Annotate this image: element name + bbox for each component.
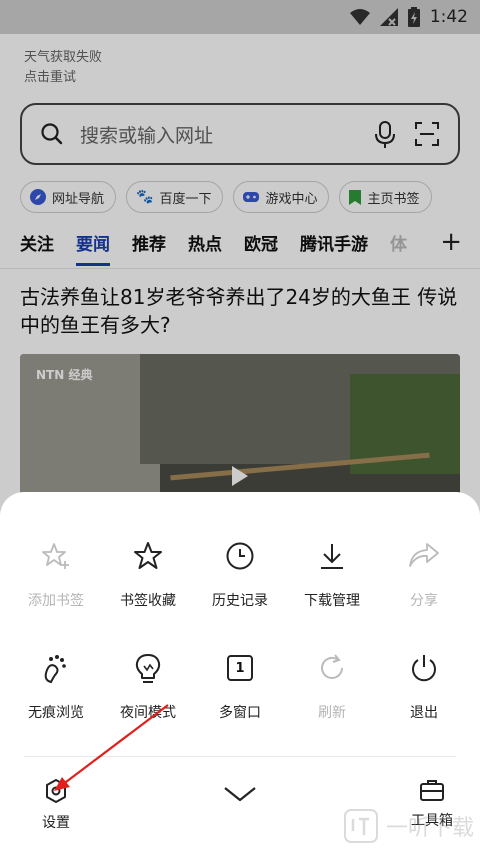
settings-button[interactable]: 设置 (24, 778, 88, 832)
menu-item-label: 书签收藏 (120, 593, 176, 609)
collapse-menu-button[interactable] (222, 784, 258, 808)
multi-window-button[interactable]: 1 多窗口 (194, 648, 286, 722)
refresh-icon (321, 654, 343, 679)
menu-row: 无痕浏览 夜间模式 1 多窗口 刷新 退出 (10, 648, 470, 722)
footprint-icon (44, 655, 66, 684)
menu-item-label: 无痕浏览 (28, 705, 84, 721)
menu-item-label: 夜间模式 (120, 705, 176, 721)
watermark: 一听下载 (343, 809, 474, 843)
browser-menu-sheet: 添加书签 书签收藏 历史记录 下载管理 分享 无痕浏览 夜间模式 1 多窗口 刷… (0, 492, 480, 853)
star-plus-icon (42, 543, 69, 569)
menu-item-label: 历史记录 (212, 593, 268, 609)
chevron-down-icon (224, 787, 256, 802)
divider (24, 756, 456, 757)
clock-icon (226, 542, 254, 570)
power-icon (412, 655, 436, 682)
window-count: 1 (235, 660, 245, 676)
history-button[interactable]: 历史记录 (194, 536, 286, 610)
menu-item-label: 下载管理 (304, 593, 360, 609)
watermark-logo-icon (343, 809, 378, 843)
incognito-button[interactable]: 无痕浏览 (10, 648, 102, 722)
settings-label: 设置 (42, 815, 70, 831)
download-icon (321, 544, 343, 569)
toolbox-icon (420, 780, 444, 801)
downloads-button[interactable]: 下载管理 (286, 536, 378, 610)
gear-icon (46, 779, 66, 803)
star-icon (134, 542, 162, 569)
bulb-icon (135, 654, 161, 683)
menu-item-label: 分享 (410, 593, 438, 609)
watermark-text: 一听下载 (385, 816, 474, 841)
refresh-button[interactable]: 刷新 (286, 648, 378, 722)
share-icon (409, 543, 439, 567)
menu-item-label: 添加书签 (28, 593, 84, 609)
menu-row: 添加书签 书签收藏 历史记录 下载管理 分享 (10, 536, 470, 610)
night-mode-button[interactable]: 夜间模式 (102, 648, 194, 722)
bookmarks-button[interactable]: 书签收藏 (102, 536, 194, 610)
exit-button[interactable]: 退出 (378, 648, 470, 722)
menu-item-label: 退出 (410, 705, 438, 721)
add-bookmark-button[interactable]: 添加书签 (10, 536, 102, 610)
menu-item-label: 多窗口 (219, 705, 261, 721)
menu-item-label: 刷新 (318, 705, 346, 721)
window-count-icon: 1 (227, 655, 253, 681)
share-button[interactable]: 分享 (378, 536, 470, 610)
